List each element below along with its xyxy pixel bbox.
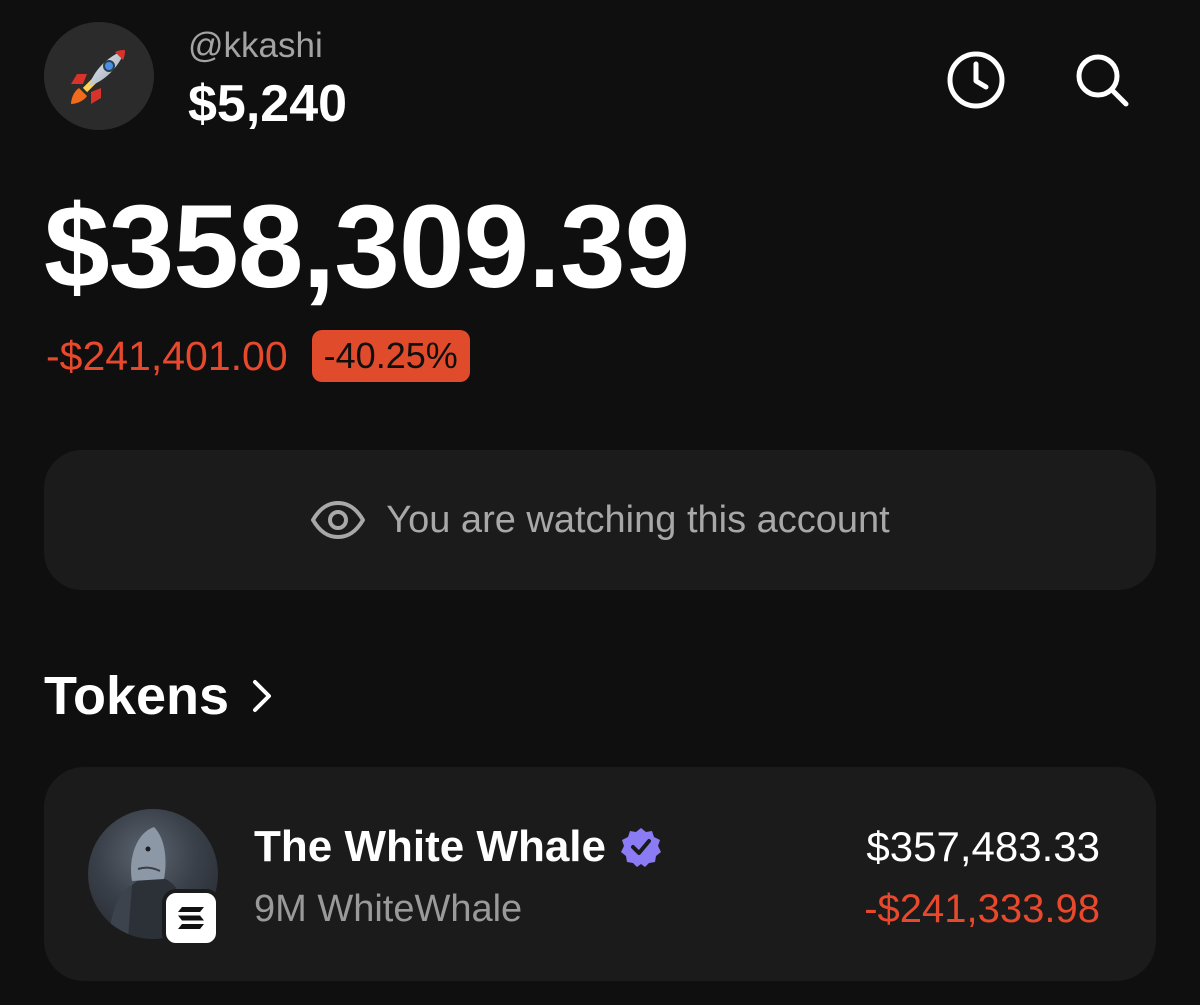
history-clock-icon: [947, 51, 1005, 109]
portfolio-change-percent-badge: -40.25%: [311, 330, 470, 382]
search-button[interactable]: [1068, 46, 1136, 114]
portfolio-total: $358,309.39: [44, 181, 690, 313]
watching-notice-text: You are watching this account: [386, 498, 890, 541]
search-icon: [1076, 54, 1129, 107]
portfolio-change-amount: -$241,401.00: [46, 333, 288, 379]
account-sol-balance: $5,240: [188, 75, 348, 133]
chevron-right-icon: [253, 680, 272, 712]
history-button[interactable]: [942, 46, 1010, 114]
token-name-row: The White Whale: [254, 821, 662, 873]
account-handle: @kkashi: [188, 26, 323, 65]
solana-icon: [178, 907, 204, 929]
token-name: The White Whale: [254, 822, 606, 871]
rocket-icon: [71, 50, 125, 104]
chain-badge: [162, 889, 220, 947]
wallet-screen: @kkashi $5,240 $358,309.39 -$241,401.00 …: [0, 0, 1200, 1005]
watching-notice-card: You are watching this account: [44, 450, 1156, 590]
token-amount-symbol: 9M WhiteWhale: [254, 888, 523, 930]
verified-badge-icon: [621, 828, 661, 867]
tokens-title: Tokens: [44, 666, 230, 726]
tokens-section-link[interactable]: Tokens: [44, 664, 273, 728]
token-value: $357,483.33: [866, 823, 1100, 870]
profile-avatar[interactable]: [44, 22, 154, 130]
eye-icon: [311, 501, 366, 539]
token-row-white-whale[interactable]: The White Whale 9M WhiteWhale $357,483.3…: [44, 767, 1156, 981]
portfolio-change-row: -$241,401.00 -40.25%: [46, 328, 470, 384]
token-change: -$241,333.98: [864, 887, 1100, 931]
